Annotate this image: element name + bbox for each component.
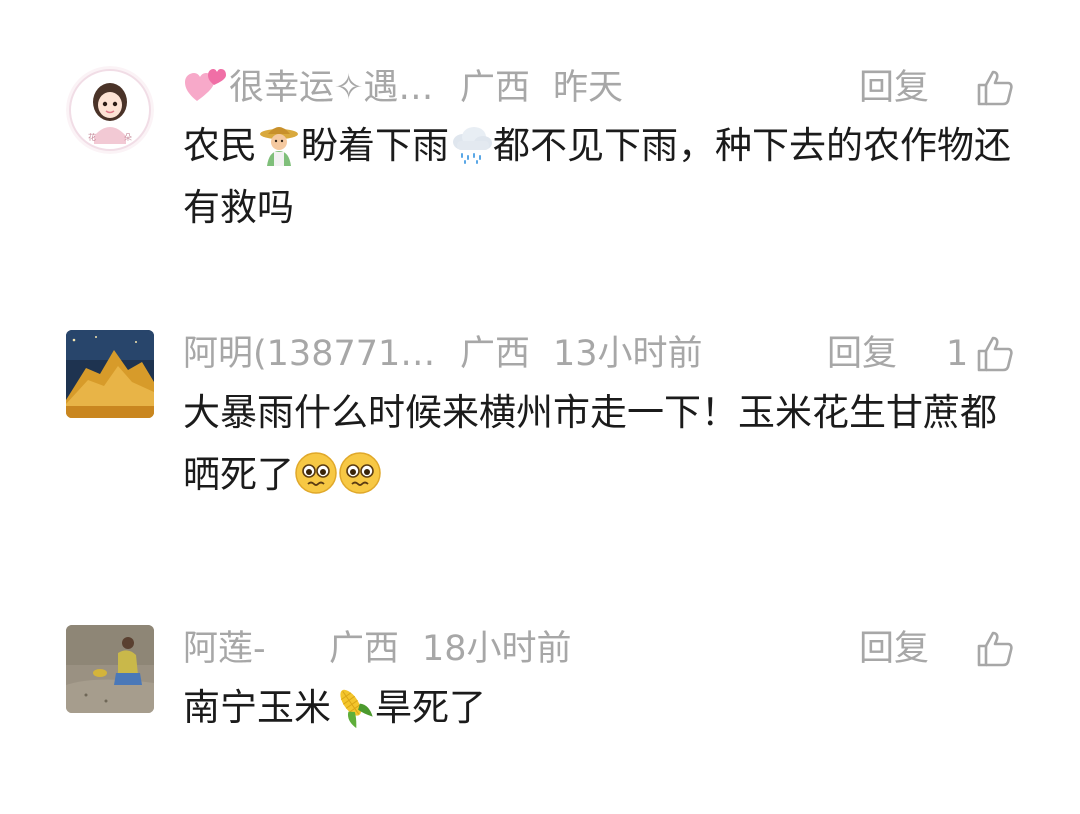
comment-region: 广西 [460, 68, 531, 108]
farmer-emoji [260, 127, 298, 166]
pleading-face-emoji [339, 452, 381, 494]
cartoon-girl-avatar[interactable]: 花 朵 [66, 66, 154, 154]
golden-mountain-avatar[interactable] [66, 330, 154, 418]
corn-emoji [340, 689, 373, 728]
child-in-field-avatar[interactable] [66, 625, 154, 713]
comment-author[interactable]: 阿莲- [183, 625, 266, 673]
text-segment: 农民 [183, 124, 257, 167]
rain-cloud-emoji [453, 127, 492, 164]
thumbs-up-icon[interactable] [975, 68, 1015, 108]
comment-meta: 很幸运✧遇… 广西 昨天 回复 [183, 64, 1080, 112]
author-name: 很幸运✧遇… [229, 68, 434, 108]
comment-text: 农民 盼着下雨 都不见下雨，种下去的农作物还有救吗 [183, 115, 1023, 239]
comment-region: 广西 [329, 629, 400, 669]
svg-text:朵: 朵 [124, 133, 132, 142]
comment-author[interactable]: 阿明(138771… [183, 330, 435, 378]
comment-time: 13小时前 [553, 334, 703, 374]
comment-meta: 阿明(138771… 广西 13小时前 回复 1 [183, 330, 1080, 378]
thumbs-up-icon[interactable] [975, 334, 1015, 374]
text-segment: 盼着下雨 [301, 124, 449, 167]
comment-author[interactable]: 很幸运✧遇… [183, 64, 433, 112]
comment-text: 南宁玉米 旱死了 [183, 677, 1023, 739]
comment-time: 昨天 [553, 68, 624, 108]
like-count: 1 [946, 334, 969, 374]
text-segment: 旱死了 [375, 686, 486, 729]
reply-button[interactable]: 回复 [859, 64, 929, 112]
comment-region: 广西 [460, 334, 531, 374]
svg-text:花: 花 [88, 132, 96, 142]
thumbs-up-icon[interactable] [975, 629, 1015, 669]
reply-button[interactable]: 回复 [827, 330, 897, 378]
text-segment: 南宁玉米 [183, 686, 331, 729]
reply-button[interactable]: 回复 [859, 625, 929, 673]
comment-list: 花 朵 很幸运✧遇… 广西 昨天 回复 农民 盼着下雨 都不见下雨，种下去的农作… [0, 0, 1080, 814]
comment-text: 大暴雨什么时候来横州市走一下！玉米花生甘蔗都晒死了 [183, 382, 1023, 506]
pink-hearts-icon [185, 69, 226, 101]
pleading-face-emoji [295, 452, 337, 494]
comment-time: 18小时前 [422, 629, 572, 669]
comment-meta: 阿莲- 广西 18小时前 回复 [183, 625, 1080, 673]
